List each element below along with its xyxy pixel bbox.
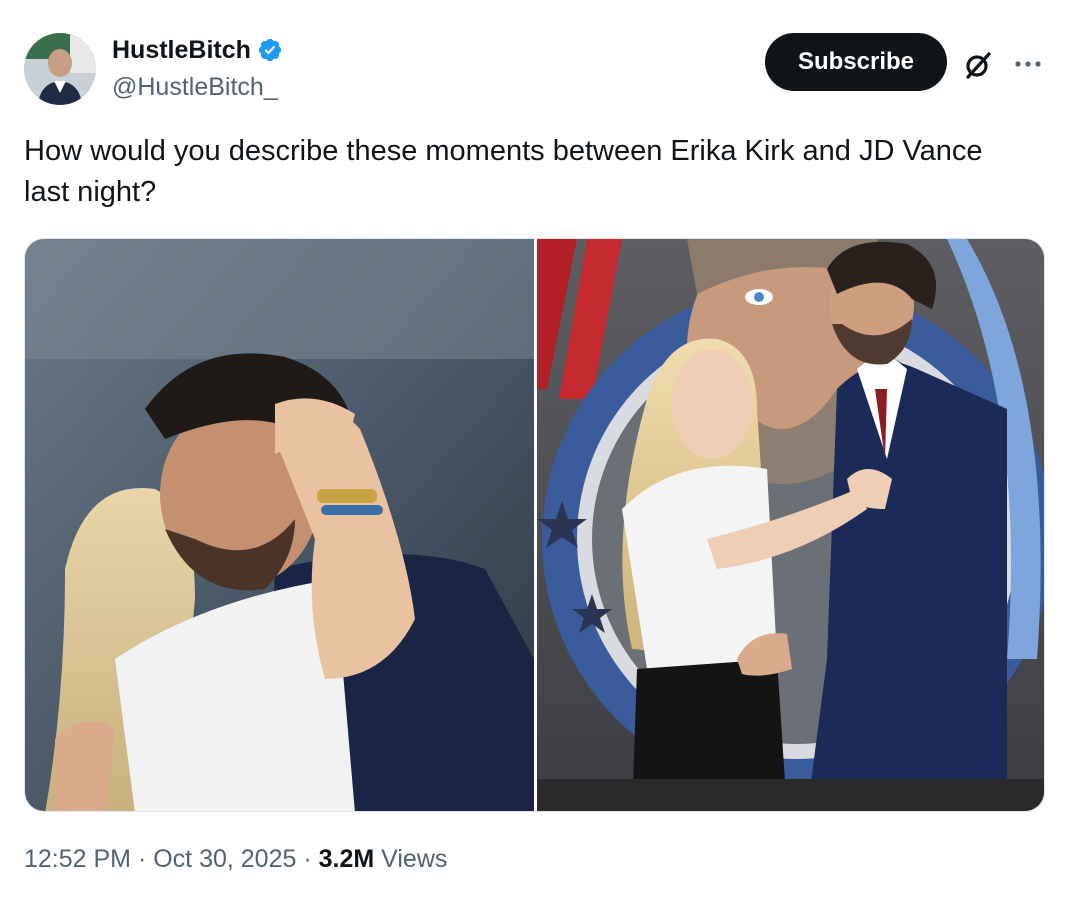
more-dots-icon[interactable]	[1012, 52, 1044, 76]
photo-left-image	[25, 239, 534, 811]
tweet-card: HustleBitch @HustleBitch_ Subscribe How …	[0, 0, 1070, 898]
author-avatar[interactable]	[24, 33, 96, 105]
photo-right[interactable]	[537, 239, 1044, 811]
tweet-time[interactable]: 12:52 PM	[24, 843, 131, 875]
author-handle[interactable]: @HustleBitch_	[112, 71, 278, 103]
author-display-name[interactable]: HustleBitch	[112, 34, 251, 66]
photo-left[interactable]	[25, 239, 534, 811]
grok-icon[interactable]	[962, 49, 994, 81]
views-label: Views	[374, 845, 448, 873]
subscribe-button[interactable]: Subscribe	[765, 33, 947, 91]
avatar-image	[24, 33, 96, 105]
photo-right-image	[537, 239, 1044, 811]
meta-separator: ·	[131, 845, 154, 873]
tweet-text: How would you describe these moments bet…	[24, 135, 983, 208]
tweet-date[interactable]: Oct 30, 2025	[153, 843, 296, 875]
media-grid	[24, 238, 1045, 812]
tweet-meta: 12:52 PM · Oct 30, 2025 · 3.2M Views	[24, 843, 447, 875]
views-count[interactable]: 3.2M	[319, 843, 375, 875]
verified-badge-icon	[258, 38, 282, 62]
author-name-row[interactable]: HustleBitch	[112, 34, 283, 66]
meta-separator: ·	[296, 845, 319, 873]
